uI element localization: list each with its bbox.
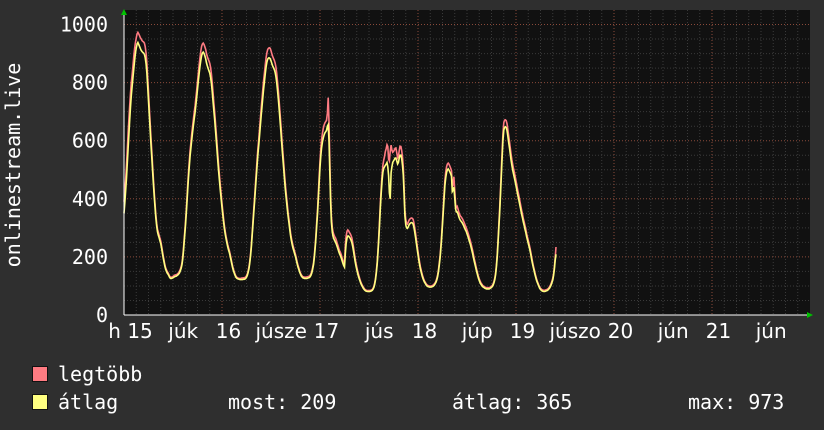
x-tick-label: 17 bbox=[314, 319, 339, 343]
y-tick-labels: 0 200 400 600 800 1000 bbox=[60, 13, 108, 327]
x-tick-label: h 15 bbox=[108, 319, 152, 343]
x-tick-label: 18 bbox=[412, 319, 437, 343]
chart-svg: 0 200 400 600 800 1000 h 15 júk 16 júsze 17 jús 18 j… bbox=[1, 9, 813, 343]
x-tick-label: jún bbox=[657, 319, 689, 343]
stat-max: max: 973 bbox=[688, 390, 785, 414]
legend-avg-label: átlag bbox=[58, 390, 119, 414]
x-tick-label: jús bbox=[364, 319, 394, 343]
y-axis-title: onlinestream.live bbox=[1, 63, 25, 268]
x-tick-label: 20 bbox=[608, 319, 633, 343]
max-swatch-icon bbox=[32, 366, 48, 382]
y-tick-label: 200 bbox=[72, 245, 108, 269]
y-tick-label: 800 bbox=[72, 71, 108, 95]
y-tick-label: 0 bbox=[96, 303, 108, 327]
rrd-graph: 0 200 400 600 800 1000 h 15 júk 16 júsze 17 jús 18 j… bbox=[0, 0, 824, 430]
y-tick-label: 1000 bbox=[60, 13, 108, 37]
x-tick-label: jún bbox=[755, 319, 787, 343]
avg-swatch-icon bbox=[32, 394, 48, 410]
x-tick-label: júszo bbox=[549, 319, 601, 343]
legend-row-avg: átlag most: 209 átlag: 365 max: 973 bbox=[32, 390, 812, 418]
y-tick-label: 600 bbox=[72, 129, 108, 153]
y-tick-label: 400 bbox=[72, 187, 108, 211]
x-tick-labels: h 15 júk 16 júsze 17 jús 18 júp 19 júszo 20 jún 21 jú… bbox=[108, 319, 786, 343]
x-tick-label: júp bbox=[461, 319, 493, 343]
x-tick-label: 19 bbox=[510, 319, 535, 343]
x-tick-label: 21 bbox=[706, 319, 731, 343]
x-tick-label: júsze bbox=[254, 319, 306, 343]
x-tick-label: 16 bbox=[216, 319, 241, 343]
stat-average: átlag: 365 bbox=[452, 390, 573, 414]
legend: legtöbb átlag most: 209 átlag: 365 max: … bbox=[32, 362, 812, 418]
x-tick-label: júk bbox=[167, 319, 198, 343]
legend-max-label: legtöbb bbox=[58, 362, 143, 386]
stat-now: most: 209 bbox=[228, 390, 337, 414]
legend-row-max: legtöbb bbox=[32, 362, 812, 390]
